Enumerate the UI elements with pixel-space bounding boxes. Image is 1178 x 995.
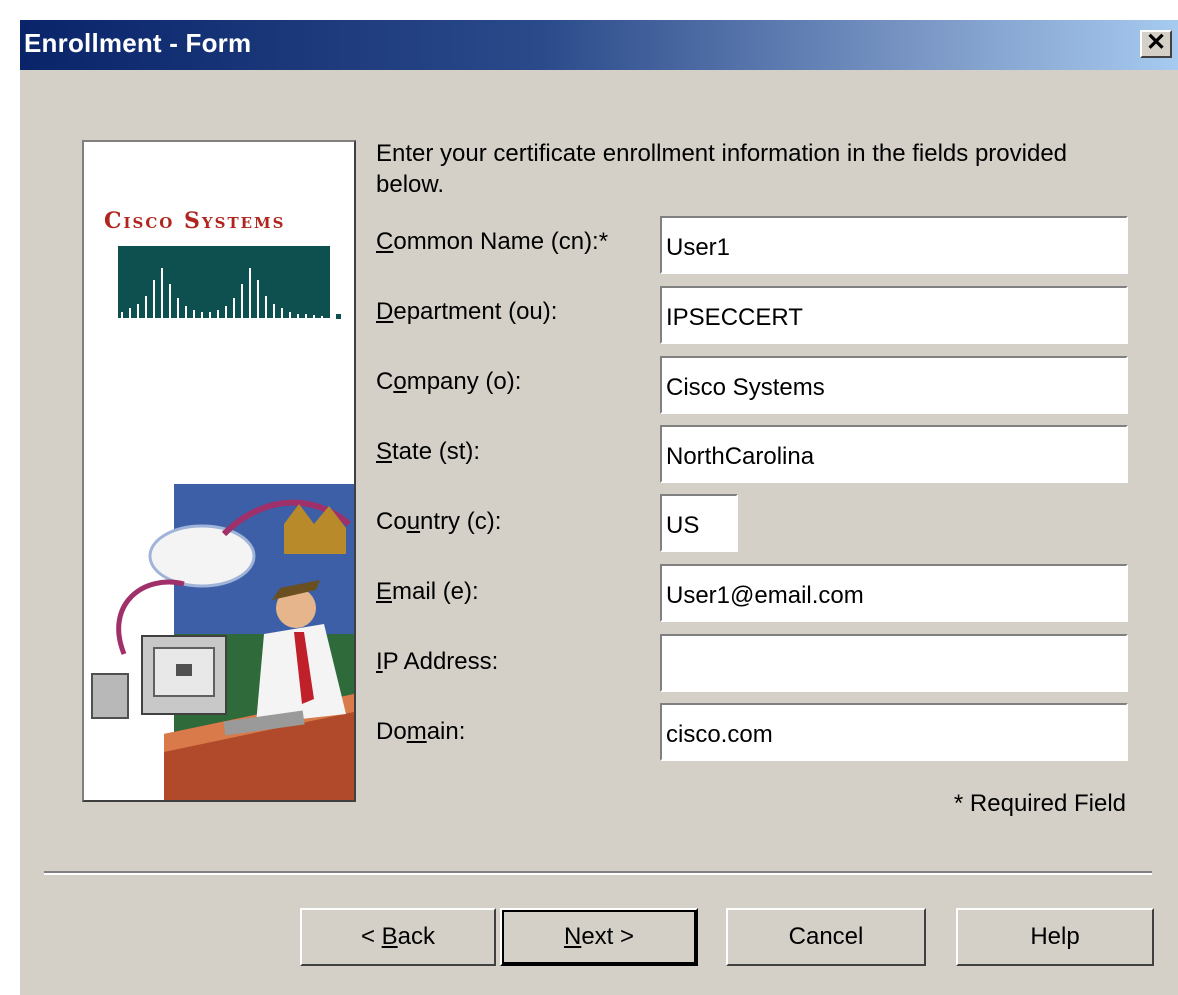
cisco-logo-bars bbox=[118, 246, 330, 318]
next-button-rest: ext > bbox=[581, 923, 635, 950]
company-input[interactable] bbox=[660, 356, 1128, 414]
state-input[interactable] bbox=[660, 425, 1128, 483]
company-label: Company (o): bbox=[376, 368, 522, 395]
close-icon: ✕ bbox=[1145, 29, 1167, 56]
back-button-key: B bbox=[381, 923, 398, 950]
domain-input[interactable] bbox=[660, 703, 1128, 761]
common-name-input[interactable] bbox=[660, 216, 1128, 274]
wizard-side-panel: Cisco Systems bbox=[82, 140, 356, 802]
required-field-note: * Required Field bbox=[953, 790, 1126, 817]
cisco-logo-text: Cisco Systems bbox=[104, 208, 286, 234]
user-at-computer-illustration bbox=[91, 484, 354, 800]
domain-label: Domain: bbox=[376, 718, 466, 745]
instructions-text: Enter your certificate enrollment inform… bbox=[376, 140, 1068, 198]
department-input[interactable] bbox=[660, 286, 1128, 344]
country-label: Country (c): bbox=[376, 508, 502, 535]
logo-dot bbox=[336, 314, 341, 319]
ip-address-input[interactable] bbox=[660, 634, 1128, 692]
email-label: Email (e): bbox=[376, 578, 479, 605]
ip-address-label: IP Address: bbox=[376, 648, 499, 675]
state-label: State (st): bbox=[376, 438, 481, 465]
bridge-bars-icon bbox=[121, 268, 323, 318]
email-input[interactable] bbox=[660, 564, 1128, 622]
device-icon bbox=[91, 673, 129, 719]
next-button-key: N bbox=[563, 923, 582, 950]
back-button-prefix: < bbox=[360, 923, 382, 950]
enrollment-dialog: Enrollment - Form ✕ Cisco Systems Enter … bbox=[18, 18, 1178, 995]
department-label: Department (ou): bbox=[376, 298, 558, 325]
country-input[interactable] bbox=[660, 494, 738, 552]
help-button[interactable]: Help bbox=[956, 908, 1154, 966]
common-name-label: Common Name (cn):* bbox=[376, 228, 609, 255]
back-button[interactable]: < Back bbox=[300, 908, 496, 966]
next-button[interactable]: Next > bbox=[500, 908, 698, 966]
cancel-button[interactable]: Cancel bbox=[726, 908, 926, 966]
window-title: Enrollment - Form bbox=[24, 28, 252, 58]
cloud-icon bbox=[148, 524, 256, 588]
title-bar: Enrollment - Form ✕ bbox=[20, 20, 1178, 70]
button-separator bbox=[44, 871, 1152, 875]
back-button-rest: ack bbox=[397, 923, 436, 950]
close-button[interactable]: ✕ bbox=[1140, 30, 1172, 58]
